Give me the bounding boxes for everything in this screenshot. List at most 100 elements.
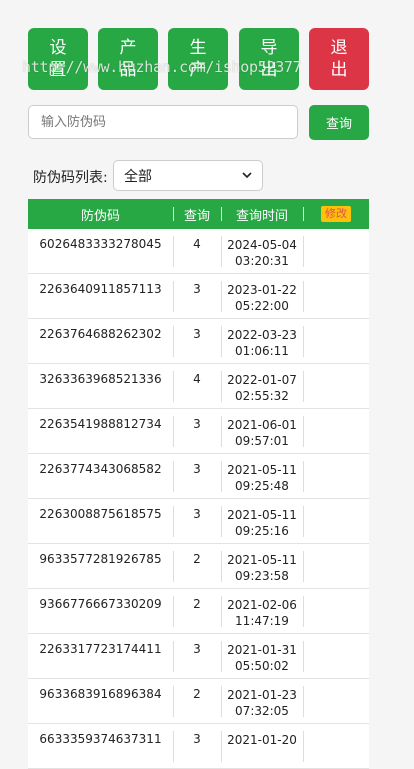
row-date: 2021-05-11 xyxy=(227,553,297,567)
row-action-cell[interactable] xyxy=(303,274,369,318)
row-time: 2021-02-06 11:47:19 xyxy=(221,589,303,633)
row-divider xyxy=(303,281,304,312)
row-action-cell[interactable] xyxy=(303,319,369,363)
row-divider xyxy=(221,641,222,672)
row-code: 2263541988812734 xyxy=(39,417,162,431)
row-count: 3 xyxy=(193,282,201,296)
table-row[interactable]: 2263774343068582 3 2021-05-11 09:25:48 xyxy=(28,454,369,499)
top-button-bar: 设置 产品 生产 导出 退出 xyxy=(28,28,369,90)
row-action-cell[interactable] xyxy=(303,679,369,723)
header-code: 防伪码 xyxy=(80,208,120,224)
row-clock: 09:57:01 xyxy=(235,434,289,448)
row-divider xyxy=(173,236,174,267)
row-divider xyxy=(303,506,304,537)
filter-selected-value: 全部 xyxy=(124,168,152,185)
row-time: 2021-01-31 05:50:02 xyxy=(221,634,303,678)
row-divider xyxy=(303,686,304,717)
row-clock: 09:25:16 xyxy=(235,524,289,538)
row-code: 2263774343068582 xyxy=(39,462,162,476)
filter-select[interactable]: 全部 xyxy=(113,160,263,191)
row-code: 2263764688262302 xyxy=(39,327,162,341)
row-count: 4 xyxy=(193,372,201,386)
row-divider xyxy=(303,326,304,357)
row-date: 2022-03-23 xyxy=(227,328,297,342)
row-time: 2021-01-23 07:32:05 xyxy=(221,679,303,723)
row-clock: 11:47:19 xyxy=(235,614,289,628)
row-time: 2021-06-01 09:57:01 xyxy=(221,409,303,453)
row-time: 2021-01-20 xyxy=(221,724,303,768)
code-table: 防伪码 查询 查询时间 修改 6026483333278045 4 2024-05-… xyxy=(28,199,369,769)
settings-button[interactable]: 设置 xyxy=(28,28,88,90)
row-divider xyxy=(303,461,304,492)
row-divider xyxy=(221,506,222,537)
row-action-cell[interactable] xyxy=(303,499,369,543)
row-time: 2021-05-11 09:23:58 xyxy=(221,544,303,588)
row-date: 2022-01-07 xyxy=(227,373,297,387)
export-button[interactable]: 导出 xyxy=(239,28,299,90)
header-count: 查询 xyxy=(183,208,210,224)
header-divider xyxy=(221,207,222,221)
row-divider xyxy=(303,596,304,627)
row-clock: 09:23:58 xyxy=(235,569,289,583)
row-action-cell[interactable] xyxy=(303,229,369,273)
row-code: 9633577281926785 xyxy=(39,552,162,566)
row-action-cell[interactable] xyxy=(303,409,369,453)
table-row[interactable]: 9633577281926785 2 2021-05-11 09:23:58 xyxy=(28,544,369,589)
row-divider xyxy=(221,596,222,627)
table-row[interactable]: 9366776667330209 2 2021-02-06 11:47:19 xyxy=(28,589,369,634)
row-clock: 07:32:05 xyxy=(235,704,289,718)
row-action-cell[interactable] xyxy=(303,454,369,498)
row-code: 2263008875618575 xyxy=(39,507,162,521)
row-clock: 01:06:11 xyxy=(235,344,289,358)
row-action-cell[interactable] xyxy=(303,724,369,768)
row-code: 3263363968521336 xyxy=(39,372,162,386)
search-input[interactable] xyxy=(28,105,298,139)
row-action-cell[interactable] xyxy=(303,544,369,588)
table-row[interactable]: 3263363968521336 4 2022-01-07 02:55:32 xyxy=(28,364,369,409)
row-date: 2021-01-23 xyxy=(227,688,297,702)
row-time: 2021-05-11 09:25:16 xyxy=(221,499,303,543)
table-row[interactable]: 6026483333278045 4 2024-05-04 03:20:31 xyxy=(28,229,369,274)
header-divider xyxy=(173,207,174,221)
table-row[interactable]: 9633683916896384 2 2021-01-23 07:32:05 xyxy=(28,679,369,724)
row-divider xyxy=(173,416,174,447)
row-count: 2 xyxy=(193,597,201,611)
logout-button[interactable]: 退出 xyxy=(309,28,369,90)
header-edit-badge[interactable]: 修改 xyxy=(321,206,351,222)
row-time: 2022-01-07 02:55:32 xyxy=(221,364,303,408)
row-date: 2021-05-11 xyxy=(227,463,297,477)
query-button[interactable]: 查询 xyxy=(309,105,369,140)
row-clock: 03:20:31 xyxy=(235,254,289,268)
row-divider xyxy=(221,371,222,402)
products-button[interactable]: 产品 xyxy=(98,28,158,90)
row-code: 6633359374637311 xyxy=(39,732,162,746)
row-action-cell[interactable] xyxy=(303,364,369,408)
row-clock: 05:50:02 xyxy=(235,659,289,673)
table-row[interactable]: 2263541988812734 3 2021-06-01 09:57:01 xyxy=(28,409,369,454)
row-count: 3 xyxy=(193,327,201,341)
row-divider xyxy=(303,371,304,402)
row-divider xyxy=(173,371,174,402)
production-button[interactable]: 生产 xyxy=(168,28,228,90)
table-row[interactable]: 2263640911857113 3 2023-01-22 05:22:00 xyxy=(28,274,369,319)
table-body: 6026483333278045 4 2024-05-04 03:20:31 22636… xyxy=(28,229,369,769)
row-divider xyxy=(173,686,174,717)
row-divider xyxy=(221,686,222,717)
row-divider xyxy=(173,641,174,672)
filter-label: 防伪码列表: xyxy=(33,170,108,186)
row-clock: 02:55:32 xyxy=(235,389,289,403)
row-code: 9366776667330209 xyxy=(39,597,162,611)
table-row[interactable]: 2263317723174411 3 2021-01-31 05:50:02 xyxy=(28,634,369,679)
row-action-cell[interactable] xyxy=(303,589,369,633)
row-date: 2021-01-31 xyxy=(227,643,297,657)
table-row[interactable]: 2263764688262302 3 2022-03-23 01:06:11 xyxy=(28,319,369,364)
table-row[interactable]: 2263008875618575 3 2021-05-11 09:25:16 xyxy=(28,499,369,544)
row-divider xyxy=(303,641,304,672)
row-time: 2021-05-11 09:25:48 xyxy=(221,454,303,498)
chevron-down-icon xyxy=(242,172,252,179)
table-row[interactable]: 6633359374637311 3 2021-01-20 xyxy=(28,724,369,769)
row-divider xyxy=(221,326,222,357)
row-action-cell[interactable] xyxy=(303,634,369,678)
header-time: 查询时间 xyxy=(235,208,288,224)
row-code: 2263317723174411 xyxy=(39,642,162,656)
